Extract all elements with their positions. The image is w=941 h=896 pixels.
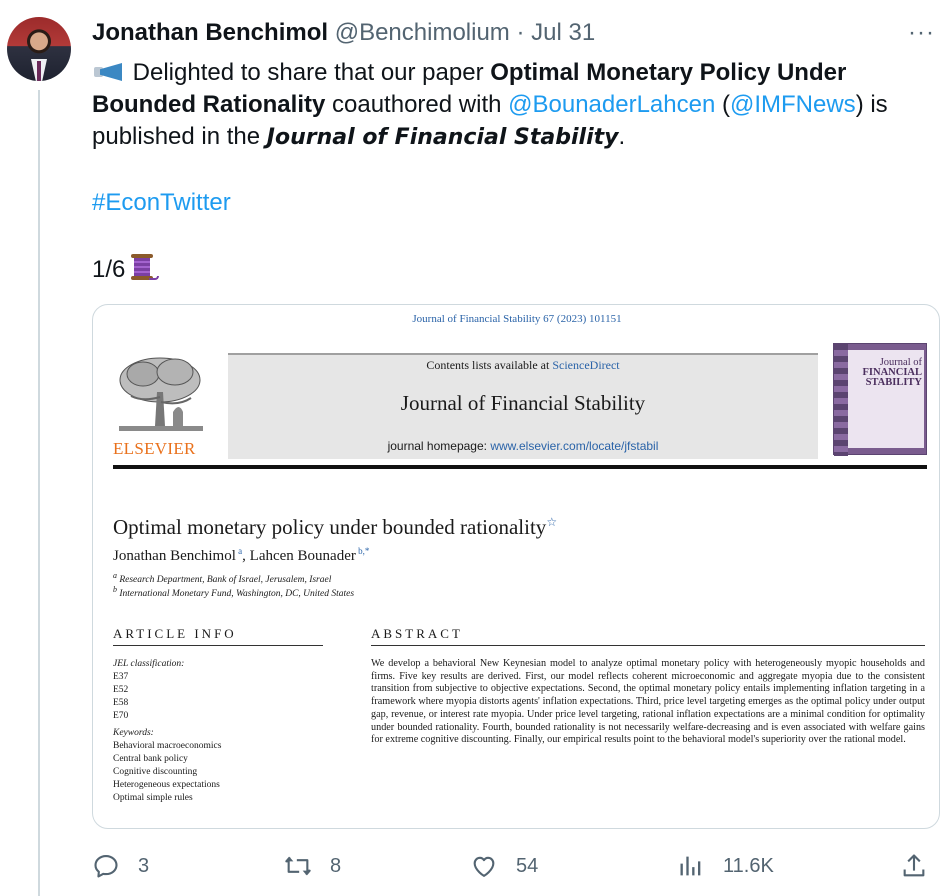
tweet-actions: 3 8 54 11.6K xyxy=(92,846,940,886)
like-count: 54 xyxy=(516,854,539,877)
homepage-prefix: journal homepage: xyxy=(387,439,491,453)
abstract-heading: ABSTRACT xyxy=(371,626,463,641)
journal-name: Journal of Financial Stability xyxy=(400,391,646,415)
journal-header-box: Contents lists available at ScienceDirec… xyxy=(228,353,818,459)
like-button[interactable]: 54 xyxy=(470,846,538,886)
jel-code: E58 xyxy=(113,698,129,708)
jel-label: JEL classification: xyxy=(113,659,185,669)
sciencedirect-link: ScienceDirect xyxy=(552,358,620,372)
thread-count-text: 1/6 xyxy=(92,256,126,283)
elsevier-tree-logo-icon xyxy=(119,357,203,431)
jel-code: E37 xyxy=(113,672,129,682)
text-journal: Journal of Financial Stability xyxy=(266,125,619,150)
mention-imfnews[interactable]: @IMFNews xyxy=(730,91,856,118)
article-info-rule xyxy=(113,645,323,646)
share-icon xyxy=(903,854,925,877)
affiliation-a: a Research Department, Bank of Israel, J… xyxy=(113,571,331,585)
title-footnote-mark: ☆ xyxy=(546,515,558,529)
contents-prefix: Contents lists available at xyxy=(426,358,553,372)
text-intro: Delighted to share that our paper xyxy=(126,59,491,86)
homepage-url: www.elsevier.com/locate/jfstabil xyxy=(490,439,659,453)
retweet-count: 8 xyxy=(330,854,342,877)
jel-code: E70 xyxy=(113,711,129,721)
journal-cover-thumbnail: Journal of FINANCIAL STABILITY xyxy=(833,343,927,456)
author-2: Lahcen Bounader xyxy=(249,548,356,564)
share-button[interactable] xyxy=(900,846,941,886)
author-handle[interactable]: @Benchimolium xyxy=(335,19,510,46)
megaphone-icon xyxy=(92,61,122,83)
affiliation-b-text: International Monetary Fund, Washington,… xyxy=(116,589,355,600)
affiliation-a-text: Research Department, Bank of Israel, Jer… xyxy=(116,575,332,586)
paper-title-text: Optimal monetary policy under bounded ra… xyxy=(113,515,547,539)
contents-line: Contents lists available at ScienceDirec… xyxy=(228,358,818,373)
attached-image[interactable]: Journal of Financial Stability 67 (2023)… xyxy=(92,304,940,829)
author-2-mark: b,* xyxy=(358,546,370,556)
cover-line3: STABILITY xyxy=(865,377,922,388)
header-rule xyxy=(113,465,927,469)
abstract-text: We develop a behavioral New Keynesian mo… xyxy=(371,658,925,746)
article-info-heading: ARTICLE INFO xyxy=(113,626,237,641)
reply-icon xyxy=(94,855,118,878)
more-options-icon[interactable]: ··· xyxy=(908,18,935,48)
keyword: Central bank policy xyxy=(113,754,188,764)
journal-homepage: journal homepage: www.elsevier.com/locat… xyxy=(228,439,818,453)
thread-count: 1/6 xyxy=(92,254,160,286)
text-period: . xyxy=(618,123,626,150)
header-separator: · xyxy=(516,19,525,46)
reply-count: 3 xyxy=(138,854,150,877)
hashtag-econtwitter[interactable]: #EconTwitter xyxy=(92,187,231,219)
keyword: Heterogeneous expectations xyxy=(113,780,220,790)
author-avatar[interactable] xyxy=(7,17,71,81)
text-paren-open: ( xyxy=(715,91,730,118)
keywords-label: Keywords: xyxy=(113,728,154,738)
mention-bounaderlahcen[interactable]: @BounaderLahcen xyxy=(508,91,715,118)
views-count: 11.6K xyxy=(723,854,774,877)
tweet-text: Delighted to share that our paper Optima… xyxy=(92,57,922,154)
analytics-icon xyxy=(680,856,701,876)
heart-icon xyxy=(473,856,495,877)
paper-first-page: Journal of Financial Stability 67 (2023)… xyxy=(93,305,939,828)
author-name[interactable]: Jonathan Benchimol xyxy=(92,19,328,46)
retweet-button[interactable]: 8 xyxy=(284,846,341,886)
author-separator: , xyxy=(242,548,250,564)
jel-code: E52 xyxy=(113,685,129,695)
reply-button[interactable]: 3 xyxy=(92,846,149,886)
thread-connector-line xyxy=(38,90,40,896)
article-info: JEL classification: E37 E52 E58 E70 Keyw… xyxy=(113,658,333,805)
retweet-icon xyxy=(285,856,311,876)
affiliation-b: b International Monetary Fund, Washingto… xyxy=(113,585,354,599)
abstract-rule xyxy=(371,645,925,646)
keyword: Cognitive discounting xyxy=(113,767,198,777)
keyword: Optimal simple rules xyxy=(113,793,193,803)
paper-title: Optimal monetary policy under bounded ra… xyxy=(113,515,557,540)
author-1: Jonathan Benchimol xyxy=(113,548,236,564)
keyword: Behavioral macroeconomics xyxy=(113,741,222,751)
views-button[interactable]: 11.6K xyxy=(677,846,774,886)
paper-authors: Jonathan Benchimol a, Lahcen Bounader b,… xyxy=(113,546,369,565)
elsevier-wordmark: ELSEVIER xyxy=(113,439,196,458)
text-coauthored: coauthored with xyxy=(325,91,509,118)
paper-citation: Journal of Financial Stability 67 (2023)… xyxy=(412,313,622,325)
spool-icon xyxy=(129,254,160,282)
tweet-date[interactable]: Jul 31 xyxy=(531,19,595,46)
tweet-header: Jonathan Benchimol @Benchimolium · Jul 3… xyxy=(92,18,595,48)
